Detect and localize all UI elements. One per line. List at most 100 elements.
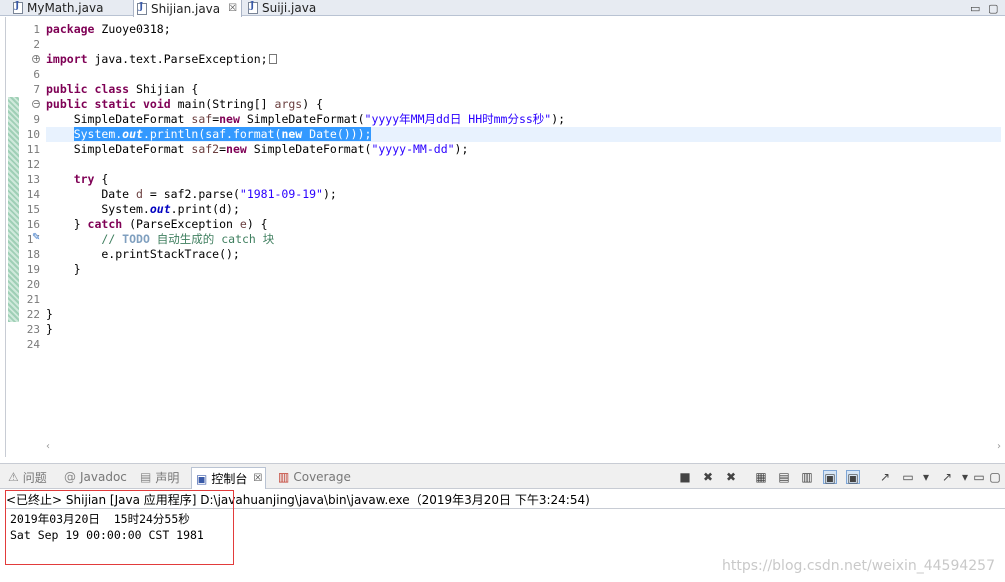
display-console-icon[interactable]: ▭	[901, 470, 915, 484]
code-line-23: }	[46, 322, 53, 336]
line-number: 22	[26, 308, 40, 321]
folded-imports-icon[interactable]	[268, 54, 277, 64]
highlight-annotation-box	[5, 490, 234, 565]
tab-label: 问题	[22, 470, 47, 485]
code-line-11: SimpleDateFormat saf2=new SimpleDateForm…	[46, 142, 469, 156]
text-selection: System.out.println(saf.format(new Date()…	[73, 127, 372, 141]
code-editor[interactable]: 1 2 3 6 7 8 9 10 11 12 13 14 15 16 17 18…	[5, 17, 1005, 457]
line-number: 14	[26, 188, 40, 201]
tab-javadoc[interactable]: @ Javadoc	[64, 468, 127, 486]
java-file-icon	[137, 2, 147, 15]
line-number: 12	[26, 158, 40, 171]
fold-expand-icon[interactable]: +	[32, 55, 40, 63]
line-number-gutter: 1 2 3 6 7 8 9 10 11 12 13 14 15 16 17 18…	[20, 22, 44, 352]
minimize-icon[interactable]: ▭	[970, 2, 980, 15]
tab-label: 声明	[155, 470, 180, 485]
fold-collapse-icon[interactable]: −	[32, 100, 40, 108]
show-stderr-icon[interactable]: ▣	[846, 470, 860, 485]
maximize-icon[interactable]: ▢	[988, 2, 998, 15]
code-line-16: } catch (ParseException e) {	[46, 217, 268, 231]
code-line-14: Date d = saf2.parse("1981-09-19");	[46, 187, 337, 201]
overview-ruler	[6, 17, 20, 457]
tab-console[interactable]: ▣ 控制台 ☒	[191, 467, 267, 489]
code-line-18: e.printStackTrace();	[46, 247, 240, 261]
tab-label: Suiji.java	[262, 1, 317, 15]
clear-console-icon[interactable]: ▦	[754, 470, 768, 484]
remove-launch-icon[interactable]: ✖	[701, 470, 715, 484]
line-number: 10	[26, 128, 40, 141]
code-line-13: try {	[73, 172, 109, 186]
scroll-left-icon[interactable]: ‹	[46, 441, 50, 452]
java-file-icon	[248, 1, 258, 14]
tab-declaration[interactable]: ▤ 声明	[140, 468, 179, 486]
code-line-22: }	[46, 307, 53, 321]
line-number: 6	[33, 68, 40, 81]
tab-label: Coverage	[293, 470, 351, 484]
editor-tab-bar: MyMath.java Shijian.java ☒ Suiji.java ▭ …	[0, 0, 1005, 17]
change-marker	[8, 97, 19, 322]
declaration-icon: ▤	[140, 470, 152, 484]
tab-label: 控制台	[211, 472, 248, 486]
tab-shijian[interactable]: Shijian.java ☒	[133, 0, 243, 17]
scroll-right-icon[interactable]: ›	[997, 441, 1001, 452]
line-number: 24	[26, 338, 40, 351]
code-line-17: // TODO 自动生成的 catch 块	[101, 232, 275, 246]
close-icon[interactable]: ☒	[228, 3, 237, 14]
horizontal-scrollbar[interactable]: ‹ ›	[46, 441, 1001, 452]
tab-label: Shijian.java	[151, 1, 221, 16]
watermark: https://blog.csdn.net/weixin_44594257	[721, 558, 995, 574]
coverage-icon: ▥	[278, 470, 290, 484]
task-marker-icon: ✎	[32, 232, 41, 243]
code-line-15: System.out.print(d);	[46, 202, 240, 216]
minimize-icon[interactable]: ▭	[972, 470, 986, 484]
line-number: 15	[26, 203, 40, 216]
code-line-1: package Zuoye0318;	[46, 22, 171, 36]
maximize-icon[interactable]: ▢	[988, 470, 1002, 484]
view-tab-bar: ⚠ 问题 @ Javadoc ▤ 声明 ▣ 控制台 ☒ ▥ Coverage ■…	[0, 463, 1005, 489]
tab-label: MyMath.java	[27, 1, 104, 15]
line-number: 23	[26, 323, 40, 336]
code-text[interactable]: package Zuoye0318; import java.text.Pars…	[46, 22, 1001, 352]
code-line-19: }	[46, 262, 81, 276]
line-number: 7	[33, 83, 40, 96]
line-number: 19	[26, 263, 40, 276]
line-number: 20	[26, 278, 40, 291]
code-line-3: import java.text.ParseException;	[46, 52, 1001, 67]
terminate-icon[interactable]: ■	[678, 470, 692, 484]
close-icon[interactable]: ☒	[253, 473, 262, 484]
line-number: 13	[26, 173, 40, 186]
line-number: 21	[26, 293, 40, 306]
line-number: 2	[33, 38, 40, 51]
code-line-10: System.out.println(saf.format(new Date()…	[46, 127, 1001, 142]
word-wrap-icon[interactable]: ▥	[800, 470, 814, 484]
problems-icon: ⚠	[8, 470, 19, 484]
tab-coverage[interactable]: ▥ Coverage	[278, 468, 351, 486]
line-number: 11	[26, 143, 40, 156]
open-console-icon[interactable]: ↗	[940, 470, 954, 484]
show-stdout-icon[interactable]: ▣	[823, 470, 837, 485]
remove-all-icon[interactable]: ✖	[724, 470, 738, 484]
tab-label: Javadoc	[80, 470, 127, 484]
chevron-down-icon[interactable]: ▾	[958, 470, 972, 484]
line-number: 1	[33, 23, 40, 36]
java-file-icon	[13, 1, 23, 14]
code-line-7: public class Shijian {	[46, 82, 199, 96]
line-number: 18	[26, 248, 40, 261]
line-number: 9	[33, 113, 40, 126]
code-line-8: public static void main(String[] args) {	[46, 97, 324, 111]
tab-mymath[interactable]: MyMath.java	[10, 0, 103, 16]
javadoc-icon: @	[64, 470, 76, 484]
pin-console-icon[interactable]: ↗	[878, 470, 892, 484]
scroll-lock-icon[interactable]: ▤	[777, 470, 791, 484]
tab-suiji[interactable]: Suiji.java	[245, 0, 316, 16]
chevron-down-icon[interactable]: ▾	[919, 470, 933, 484]
code-line-9: SimpleDateFormat saf=new SimpleDateForma…	[46, 112, 566, 126]
tab-problems[interactable]: ⚠ 问题	[8, 468, 47, 486]
console-icon: ▣	[196, 471, 208, 486]
